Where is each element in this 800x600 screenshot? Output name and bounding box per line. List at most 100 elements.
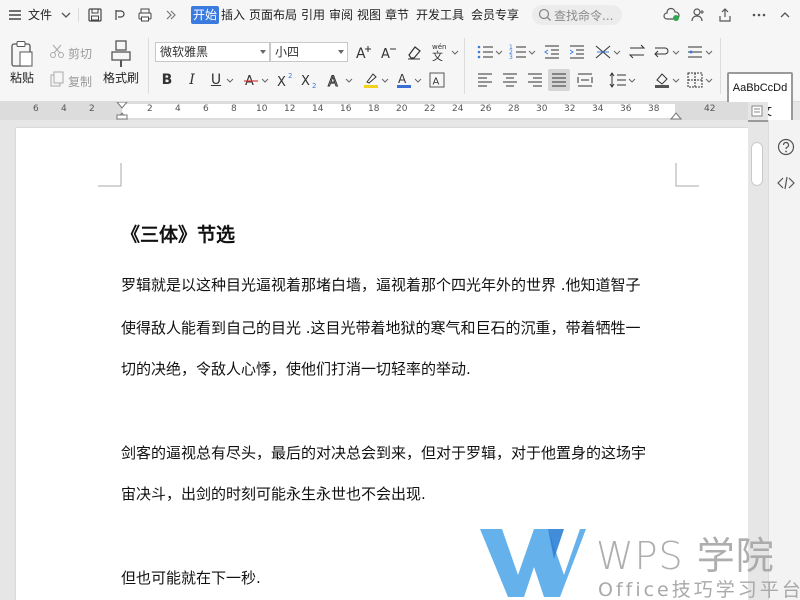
chevron-down-icon[interactable] (380, 71, 390, 89)
chevron-down-icon[interactable] (260, 71, 270, 89)
file-menu[interactable]: 文件 (28, 0, 52, 30)
ruler-tick: 32 (564, 104, 576, 114)
copy-icon[interactable] (48, 70, 66, 88)
chevron-down-icon[interactable] (494, 43, 504, 61)
highlight-color-icon[interactable] (362, 71, 380, 89)
collaborate-user-icon[interactable] (690, 7, 706, 23)
clear-format-icon[interactable] (405, 43, 423, 61)
ruler-tick: 22 (424, 104, 436, 114)
document-title[interactable]: 《三体》节选 (121, 220, 235, 247)
shading-icon[interactable] (653, 71, 671, 89)
hamburger-menu-icon[interactable] (7, 7, 23, 23)
format-painter-button[interactable]: 格式刷 (100, 40, 142, 86)
font-color-icon[interactable]: A (395, 71, 413, 89)
show-hide-marks-icon[interactable] (686, 43, 704, 61)
tab-page-layout[interactable]: 页面布局 (249, 0, 297, 30)
numbered-list-icon[interactable]: 123 (509, 43, 527, 61)
code-view-icon[interactable] (777, 174, 795, 192)
tab-insert[interactable]: 插入 (221, 0, 245, 30)
text-direction-icon[interactable] (628, 43, 646, 61)
superscript-icon[interactable]: X2 (276, 71, 294, 89)
ruler-tick: 14 (312, 104, 324, 114)
cut-label[interactable]: 剪切 (68, 45, 92, 62)
collapse-ribbon-icon[interactable] (777, 7, 793, 23)
paragraph-line[interactable]: 剑客的逼视总有尽头，最后的对决总会到来，但对于罗辑，对于他置身的这场宇 (121, 442, 646, 463)
line-spacing-icon[interactable] (609, 71, 627, 89)
paragraph-line[interactable]: 使得敌人能看到自己的目光 .这目光带着地狱的寒气和巨石的沉重，带着牺牲一 (121, 317, 641, 338)
tab-developer[interactable]: 开发工具 (416, 0, 464, 30)
tab-section[interactable]: 章节 (385, 0, 409, 30)
svg-text:X: X (277, 75, 286, 89)
increase-indent-icon[interactable] (568, 43, 586, 61)
ruler-tick: 26 (480, 104, 492, 114)
paragraph-mark-icon[interactable] (653, 43, 671, 61)
italic-icon[interactable]: I (183, 71, 201, 89)
bullet-list-icon[interactable] (476, 43, 494, 61)
paragraph-line[interactable]: 罗辑就是以这种目光逼视着那堵白墙，逼视着那个四光年外的世界 .他知道智子 (121, 274, 641, 295)
increase-font-size-icon[interactable]: A (355, 43, 373, 61)
align-left-icon[interactable] (476, 71, 494, 89)
command-search[interactable]: 查找命令... (532, 5, 622, 25)
decrease-font-size-icon[interactable]: A (380, 43, 398, 61)
font-family-select[interactable]: 微软雅黑 (155, 42, 270, 62)
align-right-icon[interactable] (526, 71, 544, 89)
chevron-down-icon[interactable] (612, 43, 622, 61)
chevron-down-icon[interactable] (225, 71, 235, 89)
ruler-tick: 34 (592, 104, 604, 114)
right-indent-marker-icon[interactable] (670, 111, 682, 120)
cut-icon[interactable] (48, 42, 66, 60)
chevron-down-icon[interactable] (627, 71, 637, 89)
share-icon[interactable] (717, 7, 733, 23)
justify-icon[interactable] (548, 69, 570, 91)
undo-icon[interactable] (112, 7, 128, 23)
ruler-toggle[interactable] (748, 102, 768, 120)
indent-marker-icon[interactable] (116, 102, 128, 120)
chevron-down-icon[interactable] (344, 71, 354, 89)
paragraph-line[interactable]: 宙决斗，出剑的时刻可能永生永世也不会出现. (121, 483, 426, 504)
subscript-icon[interactable]: X2 (300, 71, 318, 89)
chevron-down-icon[interactable] (671, 71, 681, 89)
font-size-select[interactable]: 小四 (270, 42, 348, 62)
text-effect-icon[interactable]: A (326, 71, 344, 90)
help-icon[interactable] (777, 138, 795, 156)
chevron-down-icon[interactable] (413, 71, 423, 89)
ruler-toggle-icon (751, 105, 763, 117)
chevron-down-icon[interactable] (704, 71, 714, 89)
align-center-icon[interactable] (501, 71, 519, 89)
character-border-icon[interactable]: A (428, 71, 446, 89)
tab-home[interactable]: 开始 (191, 6, 220, 24)
phonetic-guide-icon[interactable]: wén 文 (430, 41, 448, 61)
chinese-layout-icon[interactable] (594, 43, 612, 61)
tab-review[interactable]: 审阅 (329, 0, 353, 30)
borders-icon[interactable] (686, 71, 704, 89)
chevron-down-icon[interactable] (671, 43, 681, 61)
chevron-down-icon[interactable] (58, 7, 74, 23)
paragraph-line[interactable]: 但也可能就在下一秒. (121, 567, 261, 588)
save-icon[interactable] (87, 7, 103, 23)
chevron-down-icon[interactable] (450, 43, 460, 61)
ruler-tick: 2 (147, 104, 153, 114)
format-painter-label: 格式刷 (102, 71, 139, 85)
paragraph-line[interactable]: 切的决绝，令敌人心悸，使他们打消一切轻率的举动. (121, 358, 471, 379)
chevron-down-icon[interactable] (527, 43, 537, 61)
distributed-align-icon[interactable] (576, 71, 594, 89)
bold-icon[interactable]: B (158, 71, 176, 89)
strikethrough-icon[interactable]: A (242, 71, 260, 89)
underline-icon[interactable]: U (207, 71, 225, 89)
decrease-indent-icon[interactable] (543, 43, 561, 61)
print-icon[interactable] (137, 7, 153, 23)
chevron-down-icon[interactable] (704, 43, 714, 61)
more-options-icon[interactable] (751, 7, 767, 23)
copy-label[interactable]: 复制 (68, 73, 92, 90)
svg-text:3: 3 (509, 54, 513, 61)
tab-member[interactable]: 会员专享 (471, 0, 519, 30)
tab-view[interactable]: 视图 (357, 0, 381, 30)
tab-references[interactable]: 引用 (301, 0, 325, 30)
paste-button[interactable]: 粘贴 (4, 40, 40, 86)
horizontal-ruler[interactable]: 6 4 2 2 4 6 8 10 12 14 16 18 20 22 24 26… (0, 102, 748, 120)
more-chevron-icon[interactable] (163, 7, 179, 23)
svg-text:A: A (433, 77, 440, 88)
cloud-sync-icon[interactable] (663, 7, 680, 23)
scrollbar-thumb[interactable] (751, 142, 763, 186)
ruler-tick: 12 (284, 104, 296, 114)
